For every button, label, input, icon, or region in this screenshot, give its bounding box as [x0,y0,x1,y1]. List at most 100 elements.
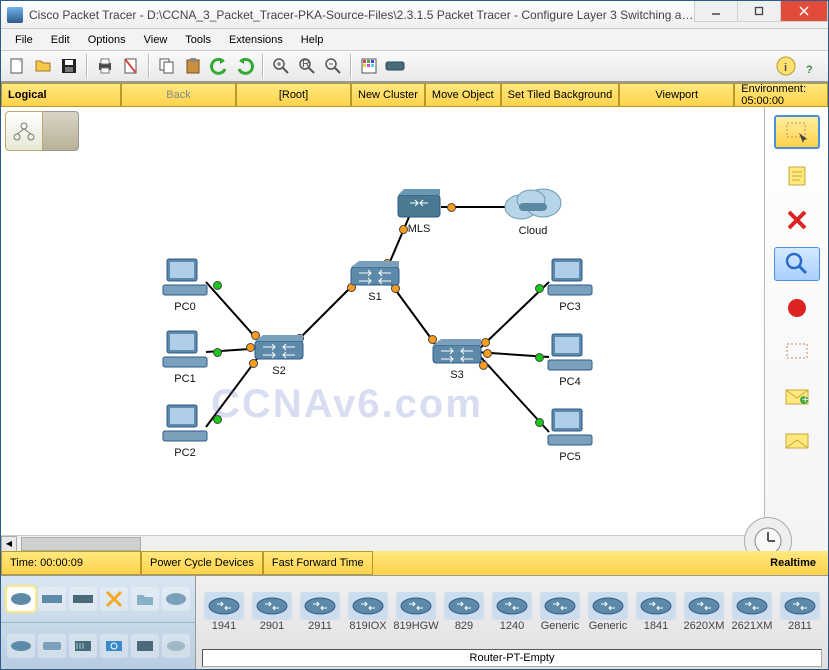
menu-extensions[interactable]: Extensions [221,32,291,48]
set-tiled-bg-button[interactable]: Set Tiled Background [501,83,620,107]
router-model-item[interactable]: 2901 [250,592,294,632]
menu-tools[interactable]: Tools [177,32,219,48]
new-cluster-button[interactable]: New Cluster [351,83,425,107]
drawing-palette-button[interactable] [357,54,381,78]
scroll-left-button[interactable]: ◀ [1,536,17,552]
device-pc4[interactable]: PC4 [546,332,594,388]
environment-time[interactable]: Environment: 05:00:00 [734,83,828,107]
viewport-button[interactable]: Viewport [619,83,734,107]
add-complex-pdu-tool[interactable] [774,423,820,457]
router-model-item[interactable]: 1841 [634,592,678,632]
device-pc0[interactable]: PC0 [161,257,209,313]
minimize-button[interactable] [694,1,738,22]
subcategory-5[interactable] [131,634,159,658]
scroll-thumb[interactable] [21,537,141,551]
add-simple-pdu-tool[interactable]: + [774,379,820,413]
menu-edit[interactable]: Edit [43,32,78,48]
category-wireless[interactable] [100,587,128,611]
menu-options[interactable]: Options [80,32,134,48]
svg-text:R: R [302,58,310,70]
paste-button[interactable] [181,54,205,78]
router-model-item[interactable]: 1941 [202,592,246,632]
logical-button[interactable]: Logical [1,83,121,107]
inspect-tool[interactable] [774,247,820,281]
help-button[interactable]: ? [800,54,824,78]
power-cycle-button[interactable]: Power Cycle Devices [141,551,263,575]
copy-button[interactable] [155,54,179,78]
device-s1[interactable]: S1 [349,261,401,303]
fast-forward-button[interactable]: Fast Forward Time [263,551,373,575]
place-note-tool[interactable] [774,159,820,193]
device-label: MLS [396,223,442,235]
router-model-item[interactable]: 2911 [298,592,342,632]
root-level[interactable]: [Root] [236,83,351,107]
menu-help[interactable]: Help [293,32,332,48]
topology-links [1,107,764,535]
device-s2[interactable]: S2 [253,335,305,377]
device-model-row[interactable]: 194129012911819IOX819HGW8291240 Generic Ge… [196,576,828,647]
info-button[interactable]: i [774,54,798,78]
subcategory-4[interactable] [100,634,128,658]
router-model-item[interactable]: 2811 [778,592,822,632]
back-button[interactable]: Back [121,83,236,107]
maximize-button[interactable] [737,1,781,22]
realtime-mode[interactable]: Realtime [758,551,828,575]
device-mls[interactable]: MLS [396,189,442,235]
zoom-out-button[interactable] [321,54,345,78]
select-tool[interactable] [774,115,820,149]
category-end-devices[interactable] [162,587,190,611]
device-label: S1 [349,291,401,303]
device-pc3[interactable]: PC3 [546,257,594,313]
subcategory-2[interactable] [38,634,66,658]
router-model-item[interactable]: 819HGW [394,592,438,632]
close-button[interactable] [780,1,828,22]
activity-wizard-button[interactable] [119,54,143,78]
category-hubs[interactable] [69,587,97,611]
subcategory-1[interactable] [7,634,35,658]
open-file-button[interactable] [31,54,55,78]
link-led [535,418,544,427]
resize-tool[interactable] [774,291,820,325]
router-model-item[interactable]: 2621XM [730,592,774,632]
router-model-item[interactable]: 2620XM [682,592,726,632]
router-model-item[interactable]: Generic [586,592,630,632]
device-pc5[interactable]: PC5 [546,407,594,463]
delete-tool[interactable] [774,203,820,237]
move-object-button[interactable]: Move Object [425,83,501,107]
zoom-in-button[interactable] [269,54,293,78]
device-s3[interactable]: S3 [431,339,483,381]
print-button[interactable] [93,54,117,78]
menu-file[interactable]: File [7,32,41,48]
h-scrollbar[interactable]: ◀ ▶ [1,535,764,551]
new-file-button[interactable] [5,54,29,78]
router-model-item[interactable]: Generic [538,592,582,632]
device-pc1[interactable]: PC1 [161,329,209,385]
main-workspace: CCNAv6.com PC0 PC1 PC2 PC3 PC4 [1,107,828,551]
subcategory-3[interactable] [69,634,97,658]
device-panel: 194129012911819IOX819HGW8291240 Generic Ge… [1,575,828,669]
topology-canvas[interactable]: CCNAv6.com PC0 PC1 PC2 PC3 PC4 [1,107,764,535]
save-button[interactable] [57,54,81,78]
device-cloud[interactable]: Cloud [501,185,565,237]
category-routers[interactable] [7,587,35,611]
draw-rectangle-tool[interactable] [774,335,820,369]
undo-button[interactable] [207,54,231,78]
custom-devices-button[interactable] [383,54,407,78]
nav-widget[interactable] [5,111,79,151]
device-label: PC0 [161,301,209,313]
category-connections[interactable] [131,587,159,611]
main-toolbar: R i ? [1,51,828,83]
redo-button[interactable] [233,54,257,78]
titlebar: Cisco Packet Tracer - D:\CCNA_3_Packet_T… [1,1,828,29]
router-model-item[interactable]: 819IOX [346,592,390,632]
device-label: PC1 [161,373,209,385]
router-model-label: Generic [541,620,580,632]
router-model-label: 2620XM [684,620,725,632]
router-model-item[interactable]: 829 [442,592,486,632]
router-model-item[interactable]: 1240 [490,592,534,632]
subcategory-6[interactable] [162,634,190,658]
category-switches[interactable] [38,587,66,611]
menu-view[interactable]: View [136,32,176,48]
zoom-reset-button[interactable]: R [295,54,319,78]
device-pc2[interactable]: PC2 [161,403,209,459]
